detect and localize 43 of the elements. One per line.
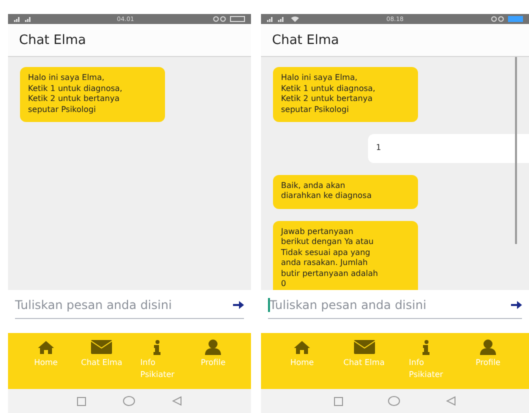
circle-icon[interactable]	[122, 396, 135, 406]
chat-message: Baik, anda akan diarahkan ke diagnosa	[273, 174, 418, 208]
chat-message: Halo ini saya Elma, Ketik 1 untuk diagnosa, Ketik 2 untuk bertanya seputar Psikologi	[273, 67, 418, 122]
nav-item[interactable]: Info Psikiater	[130, 333, 186, 389]
nav-item[interactable]: Profile	[457, 333, 519, 389]
screen-title: Chat Elma	[19, 32, 86, 48]
square-icon[interactable]	[76, 396, 86, 406]
screen-title: Chat Elma	[272, 32, 339, 48]
nav-item[interactable]: Home	[18, 333, 74, 389]
message-input[interactable]: Tuliskan pesan anda disini	[15, 292, 244, 319]
nav-item[interactable]: Info Psikiater	[395, 333, 457, 389]
nav-label: Home	[290, 357, 314, 369]
scrollbar[interactable]	[515, 57, 517, 244]
nav-item[interactable]: Profile	[185, 333, 241, 389]
nav-item[interactable]: Chat Elma	[74, 333, 130, 389]
nav-item[interactable]: Chat Elma	[333, 333, 395, 389]
status-icons	[213, 16, 227, 22]
info-icon	[153, 340, 162, 354]
back-icon[interactable]	[446, 396, 456, 406]
nav-label: Profile	[200, 357, 226, 369]
info-icon	[422, 340, 430, 354]
chat-message: Halo ini saya Elma, Ketik 1 untuk diagnosa, Ketik 2 untuk bertanya seputar Psikologi	[20, 67, 165, 122]
nav-label: Info Psikiater	[408, 357, 444, 381]
circle-icon[interactable]	[388, 396, 400, 406]
nav-label: Chat Elma	[343, 357, 385, 369]
envelope-icon	[91, 340, 112, 354]
status-icons	[491, 16, 505, 22]
nav-item[interactable]: Home	[271, 333, 333, 389]
chat-message: 1	[368, 134, 529, 162]
home-icon	[36, 340, 55, 354]
send-icon[interactable]	[233, 300, 244, 310]
nav-label: Profile	[476, 357, 500, 369]
send-icon[interactable]	[511, 300, 522, 310]
person-icon	[205, 339, 222, 355]
nav-label: Home	[34, 357, 58, 369]
nav-label: Chat Elma	[81, 357, 122, 369]
square-icon[interactable]	[334, 396, 343, 406]
home-icon	[293, 340, 311, 354]
back-icon[interactable]	[172, 396, 182, 406]
person-icon	[480, 339, 496, 355]
envelope-icon	[354, 340, 374, 354]
chat-message: Jawab pertanyaan berikut dengan Ya atau Tidak sesuai apa yang anda rasakan. Jumlah butir pertanyaan adalah 0	[273, 220, 418, 290]
nav-label: Info Psikiater	[140, 357, 174, 381]
